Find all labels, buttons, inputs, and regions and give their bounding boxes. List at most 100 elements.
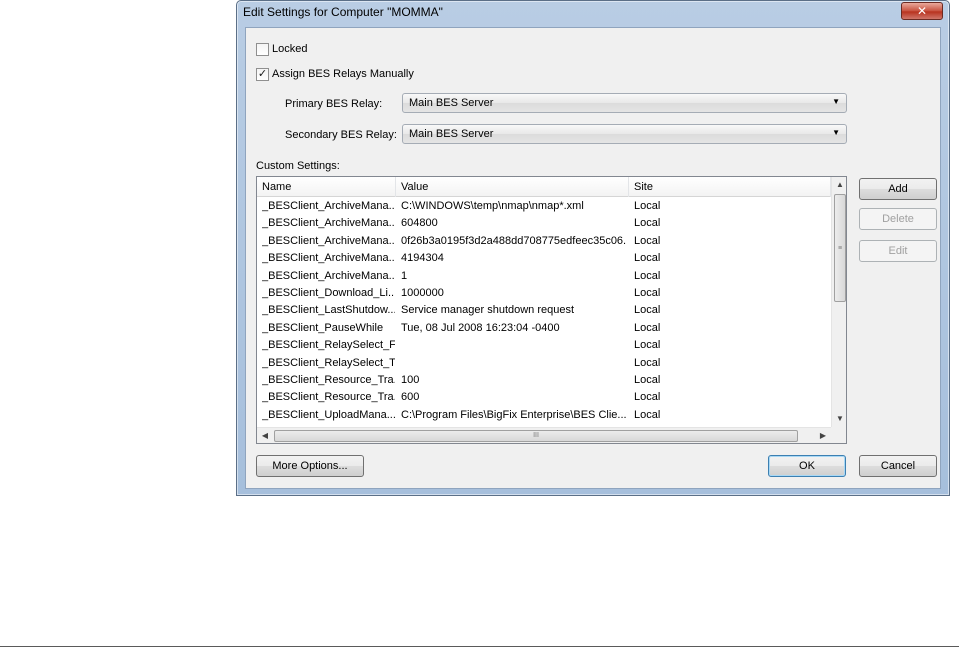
assign-relays-label: Assign BES Relays Manually [272, 68, 414, 80]
setting-name-cell: _BESClient_ArchiveMana... [262, 217, 395, 230]
table-row[interactable]: _BESClient_Download_Li... 1000000 Local [257, 285, 831, 302]
setting-site-cell: Local [634, 321, 661, 334]
secondary-relay-value: Main BES Server [409, 128, 494, 140]
primary-relay-label: Primary BES Relay: [285, 98, 383, 110]
secondary-relay-select[interactable]: Main BES Server ▼ [402, 124, 847, 144]
chevron-down-icon: ▼ [832, 97, 840, 106]
table-header: ^ Name Value Site [257, 177, 831, 197]
vertical-scroll-thumb[interactable]: ≡ [834, 194, 846, 302]
setting-site-cell: Local [634, 373, 661, 386]
assign-relays-checkbox[interactable]: ✓ [256, 67, 269, 81]
column-header-value-label: Value [401, 181, 429, 193]
grip-icon: ≡ [837, 245, 843, 252]
chevron-down-icon: ▼ [832, 128, 840, 137]
delete-button[interactable]: Delete [859, 208, 937, 230]
setting-value-cell: 1 [401, 269, 408, 282]
table-row[interactable]: _BESClient_ArchiveMana... C:\WINDOWS\temp… [257, 198, 831, 215]
setting-value-cell: 0f26b3a0195f3d2a488dd708775edfeec35c06..… [401, 234, 627, 247]
table-row[interactable]: _BESClient_LastShutdow... Service manager… [257, 302, 831, 319]
table-body: _BESClient_ArchiveMana... C:\WINDOWS\temp… [257, 198, 831, 424]
setting-name-cell: _BESClient_Download_Li... [262, 286, 395, 299]
table-row[interactable]: _BESClient_ArchiveMana... 1 Local [257, 268, 831, 285]
table-row[interactable]: _BESClient_RelaySelect_F... Local [257, 337, 831, 354]
checkmark-icon: ✓ [257, 67, 268, 80]
setting-value-cell: Service manager shutdown request [401, 304, 575, 317]
setting-value-cell: C:\Program Files\BigFix Enterprise\BES C… [401, 408, 627, 421]
edit-button[interactable]: Edit [859, 240, 937, 262]
setting-site-cell: Local [634, 200, 661, 212]
custom-settings-table[interactable]: ^ Name Value Site _BESClient_ArchiveMana… [256, 176, 847, 444]
column-header-value[interactable]: Value [396, 177, 629, 197]
setting-site-cell: Local [634, 304, 661, 317]
table-row[interactable]: _BESClient_PauseWhile Tue, 08 Jul 2008 16… [257, 320, 831, 337]
setting-name-cell: _BESClient_Resource_Tra... [262, 391, 395, 404]
more-options-button[interactable]: More Options... [256, 455, 364, 477]
edit-settings-dialog: Edit Settings for Computer "MOMMA" ✕ Loc… [236, 0, 950, 496]
scroll-down-icon[interactable]: ▼ [832, 411, 846, 427]
setting-name-cell: _BESClient_UploadMana... [262, 408, 395, 421]
horizontal-scroll-thumb[interactable]: III [274, 430, 798, 442]
table-row[interactable]: _BESClient_ArchiveMana... 604800 Local [257, 215, 831, 232]
ok-button[interactable]: OK [768, 455, 846, 477]
scroll-corner [831, 427, 846, 443]
setting-site-cell: Local [634, 286, 661, 299]
locked-checkbox[interactable] [256, 42, 269, 56]
primary-relay-value: Main BES Server [409, 97, 494, 109]
setting-name-cell: _BESClient_Resource_Tra... [262, 373, 395, 386]
setting-site-cell: Local [634, 217, 661, 230]
setting-value-cell: 100 [401, 373, 420, 386]
cancel-button[interactable]: Cancel [859, 455, 937, 477]
setting-name-cell: _BESClient_LastShutdow... [262, 304, 395, 317]
setting-name-cell: _BESClient_ArchiveMana... [262, 252, 395, 265]
secondary-relay-label: Secondary BES Relay: [285, 129, 397, 141]
locked-label: Locked [272, 43, 308, 55]
column-header-site-label: Site [634, 181, 653, 193]
close-icon: ✕ [916, 4, 928, 18]
table-row[interactable]: _BESClient_Resource_Tra... 100 Local [257, 372, 831, 389]
close-button[interactable]: ✕ [901, 2, 943, 20]
setting-value-cell: C:\WINDOWS\temp\nmap\nmap*.xml [401, 200, 584, 212]
column-header-name[interactable]: ^ Name [257, 177, 396, 197]
sort-ascending-icon: ^ [321, 176, 325, 181]
table-row[interactable]: _BESClient_UploadMana... C:\Program Files… [257, 407, 831, 424]
title-bar[interactable]: Edit Settings for Computer "MOMMA" ✕ [237, 1, 949, 25]
scroll-left-icon[interactable]: ◀ [257, 428, 273, 443]
setting-site-cell: Local [634, 339, 661, 352]
scroll-up-icon[interactable]: ▲ [832, 177, 846, 193]
page-divider [0, 646, 959, 647]
setting-value-cell: 600 [401, 391, 420, 404]
column-header-name-label: Name [262, 181, 292, 193]
table-row[interactable]: _BESClient_RelaySelect_T... Local [257, 355, 831, 372]
setting-site-cell: Local [634, 269, 661, 282]
scroll-right-icon[interactable]: ▶ [815, 428, 831, 443]
locked-checkbox-row[interactable]: Locked [256, 42, 307, 56]
add-button[interactable]: Add [859, 178, 937, 200]
table-row[interactable]: _BESClient_Resource_Tra... 600 Local [257, 389, 831, 406]
setting-name-cell: _BESClient_ArchiveMana... [262, 269, 395, 282]
assign-relays-checkbox-row[interactable]: ✓ Assign BES Relays Manually [256, 67, 414, 81]
setting-site-cell: Local [634, 391, 661, 404]
column-header-site[interactable]: Site [629, 177, 831, 197]
setting-value-cell: Tue, 08 Jul 2008 16:23:04 -0400 [401, 321, 560, 334]
setting-value-cell: 604800 [401, 217, 438, 230]
primary-relay-select[interactable]: Main BES Server ▼ [402, 93, 847, 113]
setting-name-cell: _BESClient_PauseWhile [262, 321, 384, 334]
setting-name-cell: _BESClient_RelaySelect_T... [262, 356, 395, 369]
setting-name-cell: _BESClient_ArchiveMana... [262, 234, 395, 247]
dialog-client-area: Locked ✓ Assign BES Relays Manually Prim… [245, 27, 941, 489]
grip-icon: III [533, 432, 539, 439]
setting-site-cell: Local [634, 408, 661, 421]
horizontal-scrollbar[interactable]: ◀ III ▶ [257, 427, 831, 443]
setting-site-cell: Local [634, 252, 661, 265]
custom-settings-label: Custom Settings: [256, 160, 340, 172]
setting-site-cell: Local [634, 356, 661, 369]
setting-site-cell: Local [634, 234, 661, 247]
table-row[interactable]: _BESClient_ArchiveMana... 0f26b3a0195f3d2… [257, 233, 831, 250]
dialog-title: Edit Settings for Computer "MOMMA" [243, 5, 443, 19]
vertical-scrollbar[interactable]: ▲ ≡ ▼ [831, 177, 846, 427]
setting-value-cell: 1000000 [401, 286, 444, 299]
setting-name-cell: _BESClient_ArchiveMana... [262, 200, 395, 212]
setting-name-cell: _BESClient_RelaySelect_F... [262, 339, 395, 352]
setting-value-cell: 4194304 [401, 252, 444, 265]
table-row[interactable]: _BESClient_ArchiveMana... 4194304 Local [257, 250, 831, 267]
